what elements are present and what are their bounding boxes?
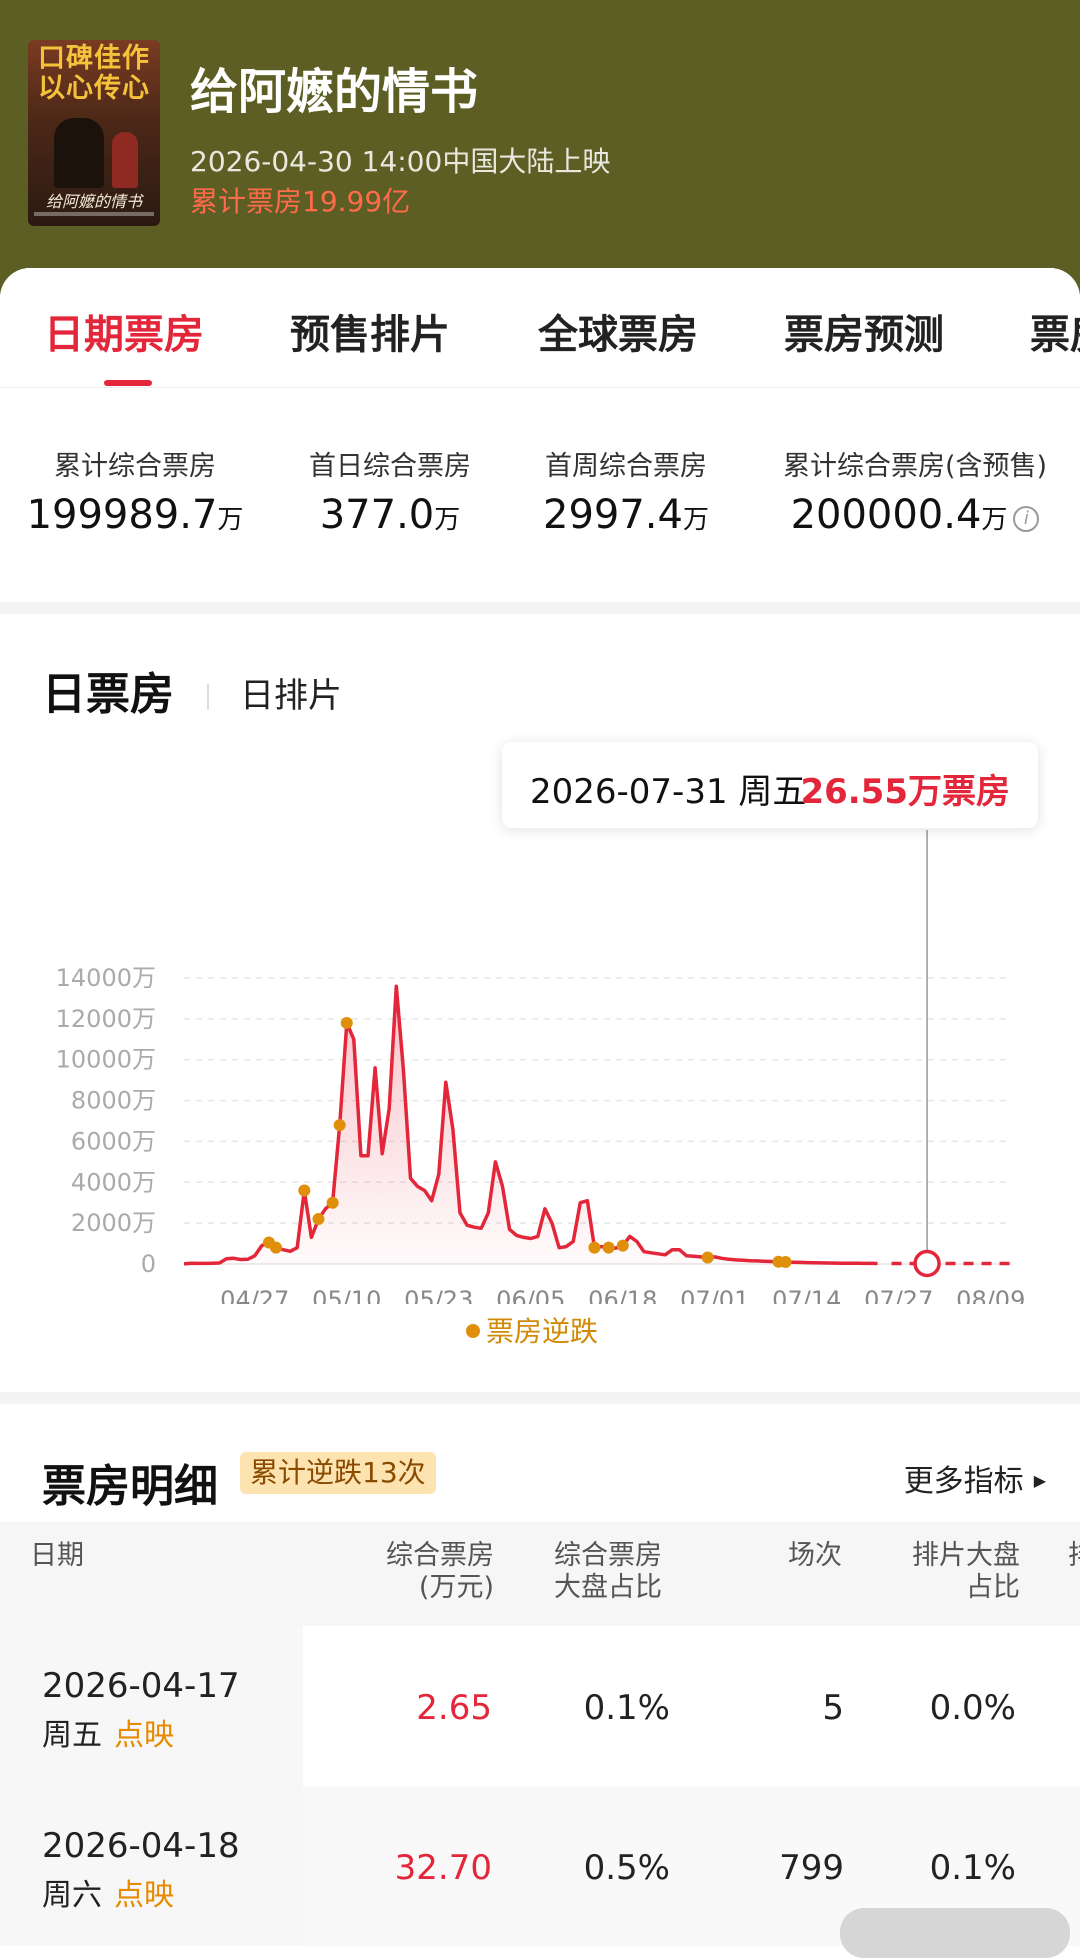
y-tick-label: 12000万 [56, 1005, 156, 1033]
reversal-point [326, 1196, 339, 1209]
movie-title: 给阿嬷的情书 [190, 64, 479, 120]
poster-slogan: 口碑佳作 以心传心 [34, 44, 154, 104]
x-tick-label: 06/05 [496, 1286, 565, 1304]
reversal-point [340, 1016, 353, 1029]
y-tick-label: 10000万 [56, 1046, 156, 1074]
preview-tag: 点映 [114, 1878, 174, 1913]
chart-tooltip: 2026-07-31 周五 26.55万票房 [502, 742, 1038, 828]
stats-row: 累计综合票房 199989.7万 首日综合票房 377.0万 首周综合票房 29… [0, 388, 1080, 602]
total-box-office: 累计票房19.99亿 [190, 185, 411, 218]
x-tick-label: 07/27 [864, 1286, 933, 1304]
daily-box-chart[interactable]: 14000万 12000万 10000万 8000万 6000万 4000万 2000万 0 0… [0, 614, 1080, 1304]
tooltip-value: 26.55万票房 [800, 772, 1010, 812]
stat-value: 199989.7万 [26, 492, 244, 538]
poster-title: 给阿嬷的情书 [45, 192, 142, 211]
x-tick-label: 04/27 [220, 1286, 289, 1304]
header-box[interactable]: 综合票房 (万元) [374, 1540, 494, 1604]
y-tick-label: 2000万 [71, 1209, 156, 1237]
header-schedule[interactable]: 排片大盘 占比 [900, 1540, 1020, 1604]
legend-label: 票房逆跌 [486, 1315, 599, 1348]
detail-title: 票房明细 [42, 1461, 218, 1512]
stat-label: 首周综合票房 [545, 451, 707, 482]
series-area [184, 986, 878, 1264]
table-header: 日期 综合票房(万元) 综合票房大盘占比 场次 排片大盘占比 排 [0, 1522, 1080, 1626]
active-tab-indicator [104, 380, 152, 386]
y-tick-label: 8000万 [71, 1087, 156, 1115]
header-extra[interactable]: 排 [1068, 1540, 1080, 1572]
x-tick-label: 05/23 [404, 1286, 473, 1304]
header-share[interactable]: 综合票房 大盘占比 [554, 1540, 662, 1604]
tab-bar: 日期票房 预售排片 全球票房 票房预测 票房 [0, 268, 1080, 388]
row-weekday: 周六 点映 [42, 1878, 174, 1913]
poster-figure-2 [112, 132, 138, 188]
date-cell: 2026-04-18 周六 点映 [0, 1786, 303, 1946]
caret-right-icon: ▶ [1033, 1471, 1046, 1490]
row-date: 2026-04-17 [42, 1666, 240, 1706]
y-tick-label: 14000万 [56, 964, 156, 992]
daily-box-chart-section: 日票房 日排片 14000万 12000万 10000万 8000万 6000万 4000… [0, 614, 1080, 1392]
x-tick-label: 07/01 [680, 1286, 749, 1304]
series-line [183, 984, 878, 1266]
row-box: 32.70 [394, 1848, 492, 1888]
tab-global-box[interactable]: 全球票房 [538, 302, 698, 360]
row-box: 2.65 [416, 1688, 492, 1728]
reversal-point [298, 1184, 311, 1197]
x-tick-label: 05/10 [312, 1286, 381, 1304]
reversal-point [602, 1241, 615, 1254]
reversal-point [779, 1255, 792, 1268]
poster-slogan-line-1: 口碑佳作 [38, 43, 150, 74]
box-office-detail: 票房明细 累计逆跌13次 更多指标 ▶ 日期 综合票房 (万元) 综合票房 大盘占比 … [0, 1404, 1080, 1958]
table-row[interactable]: 2026-04-17 周五 点映 2.65 0.1% 5 0.0% [0, 1626, 1080, 1786]
preview-tag: 点映 [114, 1718, 174, 1753]
row-date: 2026-04-18 [42, 1826, 240, 1866]
movie-poster[interactable]: 口碑佳作 以心传心 给阿嬷的情书 [28, 40, 160, 226]
header-date[interactable]: 日期 [30, 1540, 84, 1572]
info-icon[interactable]: i [1013, 506, 1040, 532]
row-shows: 799 [779, 1848, 844, 1888]
poster-figure [54, 118, 104, 188]
row-schedule: 0.0% [929, 1688, 1016, 1728]
stat-value: 2997.4万 [543, 492, 709, 538]
stat-label: 首日综合票房 [309, 451, 471, 482]
poster-fine-print [34, 212, 154, 216]
content-card: 日期票房 预售排片 全球票房 票房预测 票房 累计综合票房 199989.7万 … [0, 268, 1080, 1958]
x-tick-label: 07/14 [772, 1286, 841, 1304]
stat-value: 200000.4万 i [770, 492, 1060, 538]
row-weekday: 周五 点映 [42, 1718, 174, 1753]
reversal-point [333, 1119, 346, 1132]
reversal-count-badge: 累计逆跌13次 [240, 1452, 436, 1494]
reversal-point [312, 1213, 325, 1226]
x-tick-label: 08/09 [956, 1286, 1025, 1304]
release-date: 2026-04-30 14:00中国大陆上映 [190, 145, 611, 178]
reversal-point [270, 1241, 282, 1254]
stat-value: 377.0万 [319, 492, 461, 538]
tab-daily-box[interactable]: 日期票房 [44, 302, 204, 360]
row-share: 0.5% [583, 1848, 670, 1888]
reversal-point [588, 1241, 601, 1254]
y-tick-label: 4000万 [71, 1168, 156, 1196]
chart-legend: 票房逆跌 [466, 1310, 598, 1350]
tab-more[interactable]: 票房 [1030, 302, 1080, 360]
tab-forecast[interactable]: 票房预测 [784, 302, 944, 360]
header-shows[interactable]: 场次 [788, 1540, 842, 1572]
legend-dot [466, 1324, 480, 1338]
more-metrics-button[interactable]: 更多指标 ▶ [904, 1456, 1046, 1500]
y-tick-label: 0 [141, 1250, 156, 1278]
x-tick-label: 06/18 [588, 1286, 657, 1304]
reversal-point [701, 1251, 714, 1264]
poster-slogan-line-2: 以心传心 [38, 73, 150, 104]
highlight-point [913, 1249, 941, 1278]
home-indicator[interactable] [840, 1908, 1070, 1958]
movie-header: 口碑佳作 以心传心 给阿嬷的情书 给阿嬷的情书 2026-04-30 14:00… [0, 0, 1080, 300]
reversal-point [616, 1239, 629, 1252]
tooltip-date: 2026-07-31 周五 [530, 772, 807, 812]
date-cell: 2026-04-17 周五 点映 [0, 1626, 303, 1786]
stat-label: 累计综合票房(含预售) [782, 451, 1048, 482]
tab-presale[interactable]: 预售排片 [290, 302, 450, 360]
y-tick-label: 6000万 [71, 1127, 156, 1155]
row-share: 0.1% [583, 1688, 670, 1728]
row-schedule: 0.1% [929, 1848, 1016, 1888]
stat-label: 累计综合票房 [54, 451, 216, 482]
row-shows: 5 [822, 1688, 844, 1728]
